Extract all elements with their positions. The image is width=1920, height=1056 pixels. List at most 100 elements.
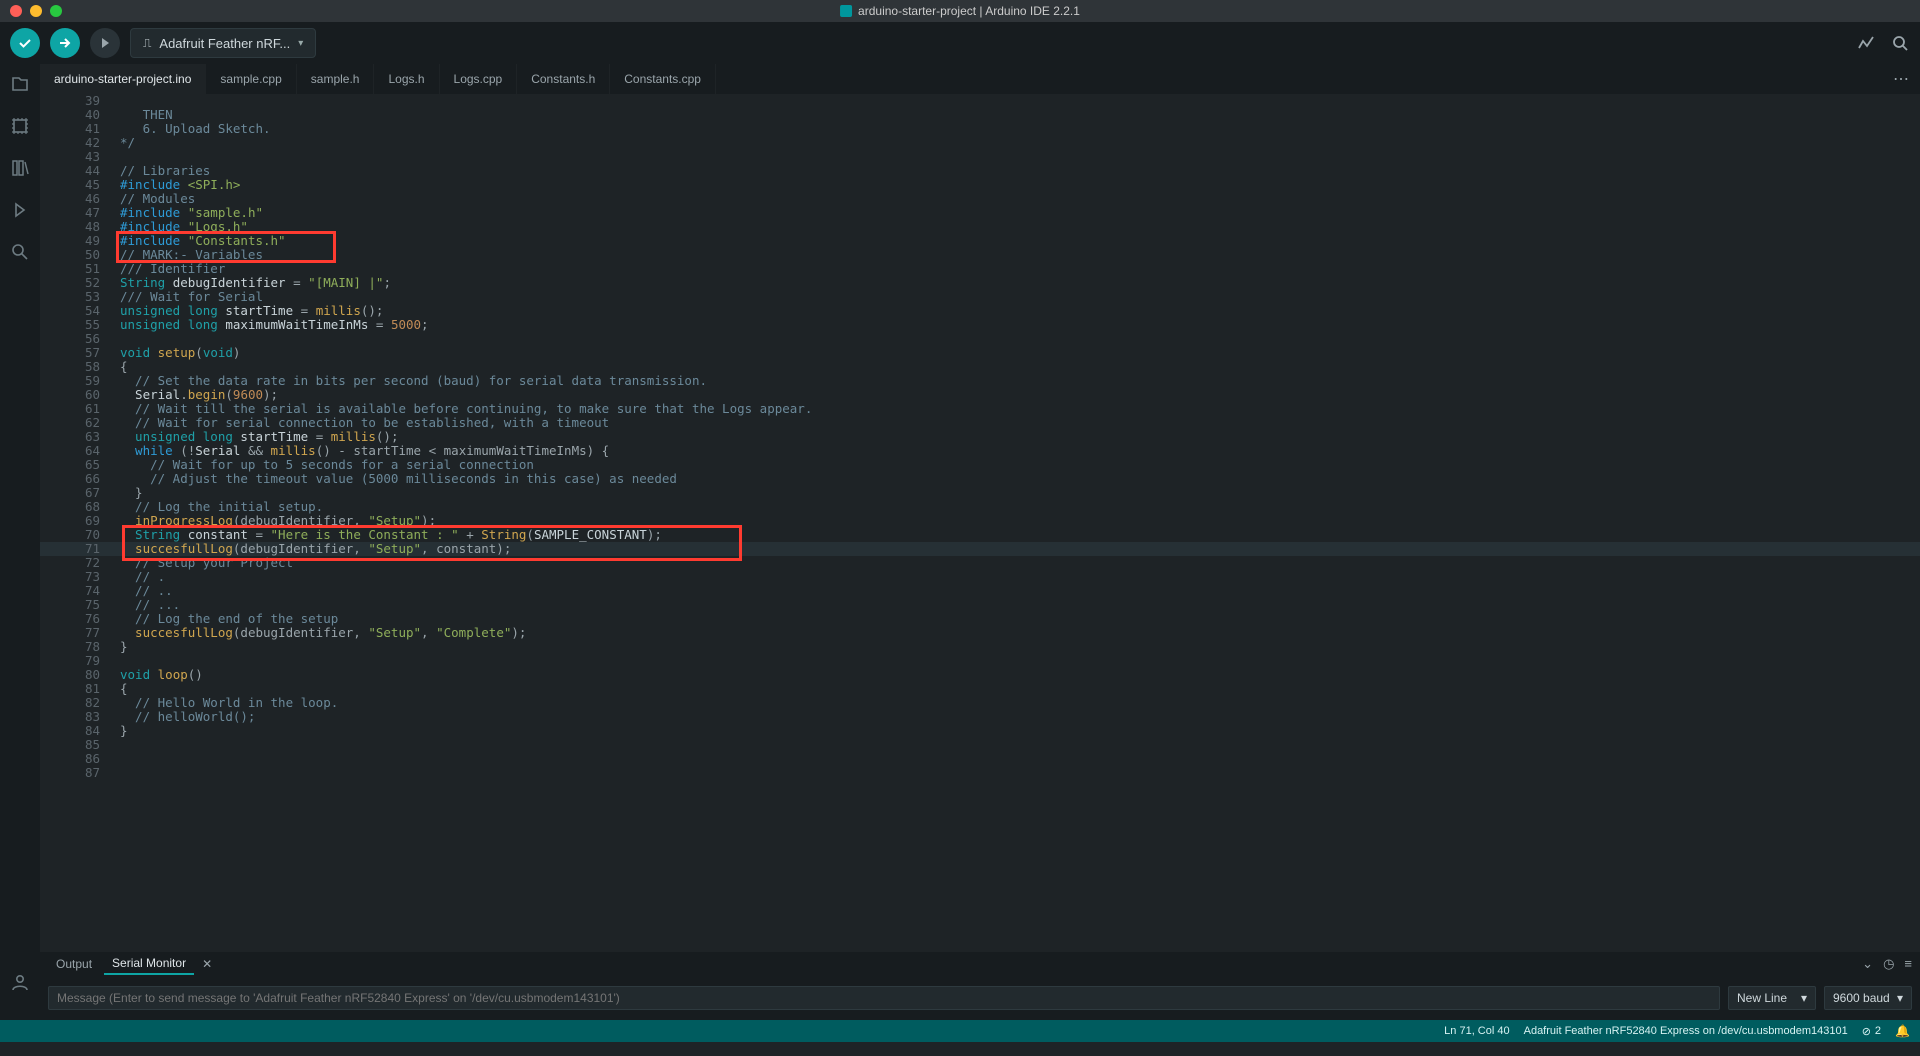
editor-tabs: arduino-starter-project.inosample.cppsam… <box>40 64 1920 94</box>
debug-button[interactable] <box>90 28 120 58</box>
baud-rate-select[interactable]: 9600 baud ▾ <box>1824 986 1912 1010</box>
line-number: 85 <box>40 738 118 752</box>
code-line[interactable]: 41 6. Upload Sketch. <box>40 122 1920 136</box>
account-icon[interactable] <box>8 970 32 994</box>
baud-rate-value: 9600 baud <box>1833 991 1890 1005</box>
code-line[interactable]: 76 // Log the end of the setup <box>40 612 1920 626</box>
serial-monitor-icon[interactable] <box>1890 33 1910 53</box>
code-line[interactable]: 75 // ... <box>40 598 1920 612</box>
board-selector[interactable]: ⎍ Adafruit Feather nRF... ▾ <box>130 28 316 58</box>
code-line[interactable]: 61 // Wait till the serial is available … <box>40 402 1920 416</box>
panel-clock-icon[interactable]: ◷ <box>1883 956 1894 972</box>
close-window-button[interactable] <box>10 5 22 17</box>
minimize-window-button[interactable] <box>30 5 42 17</box>
code-line[interactable]: 77 succesfullLog(debugIdentifier, "Setup… <box>40 626 1920 640</box>
code-line[interactable]: 86 <box>40 752 1920 766</box>
upload-button[interactable] <box>50 28 80 58</box>
line-ending-select[interactable]: New Line ▾ <box>1728 986 1816 1010</box>
code-line[interactable]: 68 // Log the initial setup. <box>40 500 1920 514</box>
code-line[interactable]: 83 // helloWorld(); <box>40 710 1920 724</box>
line-number: 55 <box>40 318 118 332</box>
code-line[interactable]: 55unsigned long maximumWaitTimeInMs = 50… <box>40 318 1920 332</box>
line-number: 46 <box>40 192 118 206</box>
code-line[interactable]: 82 // Hello World in the loop. <box>40 696 1920 710</box>
code-line[interactable]: 52String debugIdentifier = "[MAIN] |"; <box>40 276 1920 290</box>
bottom-panel-tabs: Output Serial Monitor ✕ ⌄ ◷ ≡ <box>40 952 1920 976</box>
code-line[interactable]: 42*/ <box>40 136 1920 150</box>
line-number: 44 <box>40 164 118 178</box>
code-line[interactable]: 58{ <box>40 360 1920 374</box>
code-line[interactable]: 84} <box>40 724 1920 738</box>
close-panel-tab-icon[interactable]: ✕ <box>198 957 216 971</box>
editor-tab[interactable]: Constants.cpp <box>610 64 716 94</box>
output-tab[interactable]: Output <box>48 954 100 974</box>
line-number: 66 <box>40 472 118 486</box>
library-manager-icon[interactable] <box>8 156 32 180</box>
code-line[interactable]: 71 succesfullLog(debugIdentifier, "Setup… <box>40 542 1920 556</box>
code-line[interactable]: 65 // Wait for up to 5 seconds for a ser… <box>40 458 1920 472</box>
tabs-overflow[interactable]: ⋯ <box>1893 64 1920 94</box>
notifications-button[interactable]: ⊘ 2 <box>1862 1025 1881 1038</box>
line-number: 73 <box>40 570 118 584</box>
port-status[interactable]: Adafruit Feather nRF52840 Express on /de… <box>1524 1025 1848 1037</box>
boards-manager-icon[interactable] <box>8 114 32 138</box>
code-line[interactable]: 50// MARK:- Variables <box>40 248 1920 262</box>
editor-tab[interactable]: Logs.cpp <box>440 64 518 94</box>
code-line[interactable]: 57void setup(void) <box>40 346 1920 360</box>
code-line[interactable]: 40 THEN <box>40 108 1920 122</box>
line-number: 54 <box>40 304 118 318</box>
code-line[interactable]: 74 // .. <box>40 584 1920 598</box>
window-title: arduino-starter-project | Arduino IDE 2.… <box>840 4 1080 18</box>
code-line[interactable]: 49#include "Constants.h" <box>40 234 1920 248</box>
code-line[interactable]: 73 // . <box>40 570 1920 584</box>
code-line[interactable]: 56 <box>40 332 1920 346</box>
code-line[interactable]: 81{ <box>40 682 1920 696</box>
code-line[interactable]: 45#include <SPI.h> <box>40 178 1920 192</box>
code-line[interactable]: 64 while (!Serial && millis() - startTim… <box>40 444 1920 458</box>
debug-icon[interactable] <box>8 198 32 222</box>
code-line[interactable]: 87 <box>40 766 1920 780</box>
editor-tab[interactable]: sample.cpp <box>206 64 296 94</box>
line-number: 87 <box>40 766 118 780</box>
code-line[interactable]: 54unsigned long startTime = millis(); <box>40 304 1920 318</box>
serial-plotter-icon[interactable] <box>1856 33 1876 53</box>
maximize-window-button[interactable] <box>50 5 62 17</box>
code-line[interactable]: 59 // Set the data rate in bits per seco… <box>40 374 1920 388</box>
code-line[interactable]: 53/// Wait for Serial <box>40 290 1920 304</box>
editor-tab[interactable]: sample.h <box>297 64 375 94</box>
code-editor[interactable]: 3940 THEN41 6. Upload Sketch.42*/4344// … <box>40 94 1920 952</box>
editor-tab[interactable]: Logs.h <box>374 64 439 94</box>
code-line[interactable]: 62 // Wait for serial connection to be e… <box>40 416 1920 430</box>
code-line[interactable]: 46// Modules <box>40 192 1920 206</box>
cursor-position[interactable]: Ln 71, Col 40 <box>1444 1025 1509 1037</box>
code-line[interactable]: 78} <box>40 640 1920 654</box>
code-line[interactable]: 72 // Setup your Project <box>40 556 1920 570</box>
code-line[interactable]: 63 unsigned long startTime = millis(); <box>40 430 1920 444</box>
code-line[interactable]: 66 // Adjust the timeout value (5000 mil… <box>40 472 1920 486</box>
code-line[interactable]: 39 <box>40 94 1920 108</box>
bell-icon[interactable]: 🔔 <box>1895 1024 1910 1038</box>
editor-tab[interactable]: arduino-starter-project.ino <box>40 64 206 94</box>
code-line[interactable]: 47#include "sample.h" <box>40 206 1920 220</box>
serial-monitor-tab[interactable]: Serial Monitor <box>104 953 194 975</box>
search-icon[interactable] <box>8 240 32 264</box>
code-line[interactable]: 51/// Identifier <box>40 262 1920 276</box>
sketchbook-icon[interactable] <box>8 72 32 96</box>
panel-clear-icon[interactable]: ≡ <box>1904 956 1912 972</box>
line-number: 83 <box>40 710 118 724</box>
code-line[interactable]: 85 <box>40 738 1920 752</box>
code-line[interactable]: 48#include "Logs.h" <box>40 220 1920 234</box>
window-titlebar: arduino-starter-project | Arduino IDE 2.… <box>0 0 1920 22</box>
verify-button[interactable] <box>10 28 40 58</box>
code-line[interactable]: 67 } <box>40 486 1920 500</box>
code-line[interactable]: 79 <box>40 654 1920 668</box>
code-line[interactable]: 69 inProgressLog(debugIdentifier, "Setup… <box>40 514 1920 528</box>
code-line[interactable]: 43 <box>40 150 1920 164</box>
code-line[interactable]: 44// Libraries <box>40 164 1920 178</box>
editor-tab[interactable]: Constants.h <box>517 64 610 94</box>
panel-toggle-down-icon[interactable]: ⌄ <box>1862 956 1873 972</box>
code-line[interactable]: 80void loop() <box>40 668 1920 682</box>
code-line[interactable]: 60 Serial.begin(9600); <box>40 388 1920 402</box>
code-line[interactable]: 70 String constant = "Here is the Consta… <box>40 528 1920 542</box>
serial-message-input[interactable] <box>48 986 1720 1010</box>
